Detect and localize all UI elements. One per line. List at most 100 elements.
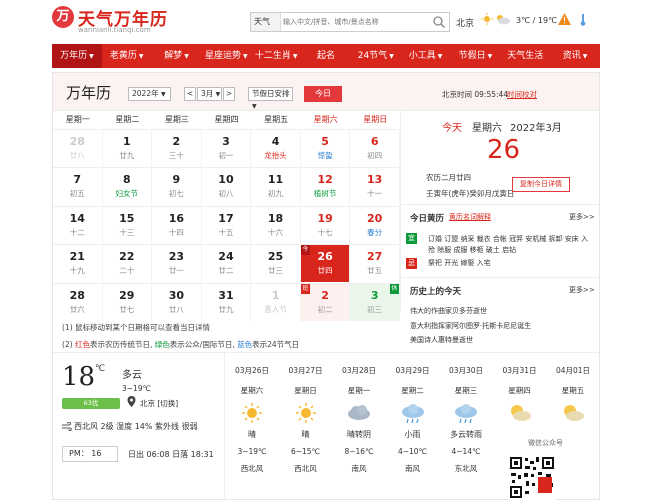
calendar-day-cell[interactable]: 23 廿一 [152,244,202,283]
calendar-day-cell[interactable]: 2 初二班 [300,282,351,321]
day-number: 17 [218,211,234,225]
nav-item[interactable]: 节假日 ▼ [451,44,501,68]
search-input[interactable] [283,14,431,30]
calendar-day-cell[interactable]: 7 初五 [53,167,103,206]
history-item[interactable]: 意大利指挥家阿尔图罗·托斯卡尼尼诞生 [410,321,531,331]
chevron-down-icon: ▼ [487,53,493,60]
calendar-day-cell[interactable]: 10 初八 [201,167,252,206]
calendar-day-cell[interactable]: 31 廿九 [201,282,252,321]
calendar-day-cell[interactable]: 3 初三休 [350,282,400,321]
huangli-terms-link[interactable]: 黄历名词解释 [449,212,491,222]
calendar-day-cell[interactable]: 19 十七 [300,205,351,244]
forecast-day[interactable]: 03月29日 星期二 小雨 4~10℃ 南风 [388,363,438,474]
huangli-more-link[interactable]: 更多>> [569,212,595,222]
nav-item[interactable]: 老黄历 ▼ [102,44,152,68]
calendar-day-cell[interactable]: 28 廿八 [53,129,103,167]
logo-subtitle: wannianli.tianqi.com [78,26,151,34]
lunar-label: 初八 [218,189,234,199]
search-type-select[interactable]: 天气 [251,13,281,31]
next-month-button[interactable]: > [223,87,235,101]
calendar-day-cell[interactable]: 5 惊蛰 [300,129,351,167]
calendar-title: 万年历 [66,84,112,102]
calendar-day-cell[interactable]: 15 十三 [102,205,153,244]
weekday-label: 星期六 [313,115,338,124]
calendar-day-cell[interactable]: 21 十九 [53,244,103,283]
holiday-select[interactable]: 节假日安排▼ [248,87,293,110]
lunar-label: 三十 [168,151,184,160]
calendar-day-cell[interactable]: 12 植树节 [300,167,351,206]
calendar-day-cell[interactable]: 8 妇女节 [102,167,153,206]
calibrate-time-link[interactable]: 时间校对 [507,89,537,100]
weekday-label: 星期一 [65,115,90,124]
day-number: 21 [69,250,85,264]
calendar-day-cell[interactable]: 25 廿三 [251,244,301,283]
calendar-day-cell[interactable]: 29 廿七 [102,282,153,321]
nav-item[interactable]: 起名 [301,44,351,68]
calendar-day-cell[interactable]: 28 廿六 [53,282,103,321]
today-button[interactable]: 今日 [304,86,342,102]
calendar-day-cell[interactable]: 1 愚人节 [251,282,301,321]
calendar-day-cell[interactable]: 11 初九 [251,167,301,206]
forecast-day[interactable]: 03月27日 星期日晴 6~15℃ 西北风 [281,363,331,474]
calendar-day-cell[interactable]: 24 廿二 [201,244,252,283]
calendar-day-cell[interactable]: 1 廿九 [102,129,153,167]
forecast-desc: 小雨 [404,430,421,439]
lunar-label: 廿八 [168,304,184,314]
header-city[interactable]: 北京 [456,16,474,29]
nav-item[interactable]: 天气生活 [500,44,550,68]
forecast-day[interactable]: 04月01日 星期五 [548,363,598,463]
lunar-label: 二十 [119,266,135,276]
forecast-weekday: 星期四 [508,386,531,395]
search-icon[interactable] [432,15,446,29]
day-number: 11 [267,173,284,187]
lunar-label: 惊蛰 [317,151,333,160]
calendar-day-cell[interactable]: 27 廿五 [350,244,400,283]
calendar-day-cell[interactable]: 13 十一 [350,167,400,206]
calendar-day-cell[interactable]: 3 初一 [201,129,252,167]
forecast-day[interactable]: 03月31日 星期四 [495,363,545,463]
warning-icon[interactable] [558,13,571,25]
history-item[interactable]: 美国诗人惠特曼逝世 [410,335,473,345]
lunar-label: 十二 [69,227,85,237]
nav-item[interactable]: 星座运势 ▼ [201,44,251,68]
calendar-day-cell[interactable]: 26 廿四今 [300,244,351,283]
month-select[interactable]: 3月 ▼ [197,87,222,101]
history-item[interactable]: 伟大的作曲家贝多芬逝世 [410,306,487,316]
nav-item[interactable]: 24节气 ▼ [351,44,401,68]
prev-month-button[interactable]: < [184,87,196,101]
thermometer-icon[interactable] [578,14,588,26]
calendar-day-cell[interactable]: 16 十四 [152,205,202,244]
nav-item[interactable]: 十二生肖 ▼ [251,44,301,68]
ji-badge: 忌 [406,258,417,269]
calendar-day-cell[interactable]: 4 龙抬头 [251,129,301,167]
lunar-label: 十五 [218,227,234,237]
calendar-day-cell[interactable]: 2 三十 [152,129,202,167]
calendar-day-cell[interactable]: 30 廿八 [152,282,202,321]
forecast-day[interactable]: 03月30日 星期三 多云转雨 4~14℃ 东北风 [441,363,491,474]
forecast-day[interactable]: 03月28日 星期一 晴转阴 8~16℃ 南风 [334,363,384,474]
calendar-day-cell[interactable]: 9 初七 [152,167,202,206]
calendar-day-cell[interactable]: 22 二十 [102,244,153,283]
day-number: 19 [317,211,333,225]
nav-item[interactable]: 万年历 ▼ [52,44,102,68]
calendar-day-cell[interactable]: 18 十六 [251,205,301,244]
calendar-day-cell[interactable]: 6 初四 [350,129,400,167]
day-number: 30 [168,288,185,302]
history-more-link[interactable]: 更多>> [569,285,595,295]
aqi-badge: 63优 [62,398,120,409]
year-select[interactable]: 2022年 ▼ [128,87,171,101]
nav-item[interactable]: 小工具 ▼ [401,44,451,68]
calendar-day-cell[interactable]: 17 十五 [201,205,252,244]
day-tag-badge: 今 [300,245,310,256]
day-number: 6 [370,135,379,148]
sunrise-sunset: 日出 06:08 日落 18:31 [128,450,214,459]
logo-icon[interactable]: 万 [52,6,74,28]
calendar-day-cell[interactable]: 20 春分 [350,205,400,244]
copy-today-button[interactable]: 复制今日详情 [512,177,570,192]
year-select-value: 2022年 [132,89,159,98]
nav-item[interactable]: 资讯 ▼ [550,44,600,68]
calendar-day-cell[interactable]: 14 十二 [53,205,103,244]
nav-item[interactable]: 解梦 ▼ [152,44,202,68]
forecast-day[interactable]: 03月26日 星期六晴 3~19℃ 西北风 [227,363,277,474]
weather-city-switch[interactable]: 北京 [切换] [140,398,178,409]
